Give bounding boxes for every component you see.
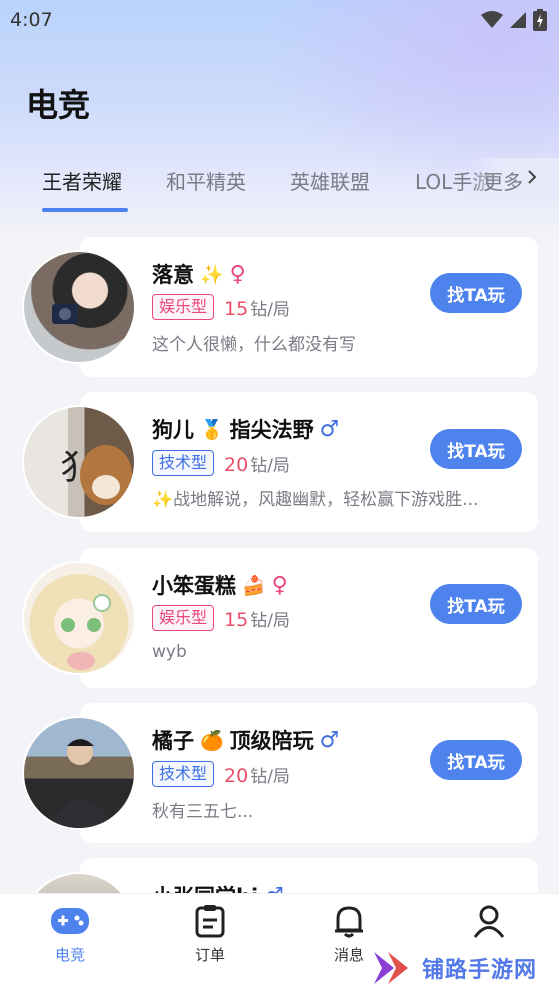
status-icons xyxy=(481,9,547,31)
player-bio: 秋有三五七... xyxy=(152,802,254,822)
more-label: 更多 xyxy=(483,170,523,194)
nav-label: 消息 xyxy=(333,946,364,964)
tab-honor-of-kings[interactable]: 王者荣耀 xyxy=(42,166,122,195)
female-icon: ♀ xyxy=(271,572,288,598)
player-tag-row: 技术型 20 钻/局 xyxy=(152,761,290,787)
chevron-right-icon xyxy=(528,170,537,184)
avatar-dog: 犭 xyxy=(60,445,132,505)
find-player-button[interactable]: 找TA玩 xyxy=(430,429,522,469)
clipboard-icon xyxy=(195,905,225,938)
avatar[interactable]: 犭 xyxy=(22,405,136,519)
avatar-anime-girl xyxy=(61,594,111,670)
find-player-button[interactable]: 找TA玩 xyxy=(430,273,522,313)
find-player-button[interactable]: 找TA玩 xyxy=(430,740,522,780)
price: 15 钻/局 xyxy=(224,297,290,320)
player-tag-row: 技术型 20 钻/局 xyxy=(152,450,290,476)
nav-esports[interactable]: 电竞 xyxy=(30,904,110,965)
avatar[interactable] xyxy=(22,250,136,364)
player-name: 狗儿 xyxy=(152,418,194,442)
game-tabs: 王者荣耀 和平精英 英雄联盟 LOL手游 更多 xyxy=(0,158,559,216)
tab-league-of-legends[interactable]: 英雄联盟 xyxy=(290,166,370,195)
play-style-tag: 娱乐型 xyxy=(152,605,215,631)
watermark: 铺路手游网 xyxy=(372,948,537,988)
player-name-row: 狗儿 🥇 指尖法野 ♂ xyxy=(152,414,339,444)
page-title: 电竞 xyxy=(26,86,91,124)
find-player-button[interactable]: 找TA玩 xyxy=(430,584,522,624)
nav-orders[interactable]: 订单 xyxy=(170,904,250,965)
avatar-boy xyxy=(46,739,118,828)
gamepad-icon xyxy=(51,908,89,934)
price: 15 钻/局 xyxy=(224,608,290,631)
orange-icon: 🍊 xyxy=(200,729,224,752)
more-tabs-button[interactable]: 更多 xyxy=(473,158,559,198)
signal-icon xyxy=(510,12,526,28)
battery-icon xyxy=(533,9,547,31)
avatar[interactable] xyxy=(22,561,136,675)
male-icon: ♂ xyxy=(319,416,340,442)
play-style-tag: 娱乐型 xyxy=(152,294,215,320)
avatar-camera xyxy=(52,304,78,324)
player-bio: 这个人很懒，什么都没有写 xyxy=(152,335,356,355)
medal-icon: 🥇 xyxy=(200,418,224,441)
watermark-logo-icon xyxy=(374,952,408,984)
player-name-row: 落意 ✨ ♀ xyxy=(152,259,246,289)
price: 20 钻/局 xyxy=(224,453,290,476)
player-name: 橘子 xyxy=(152,729,194,753)
nav-label: 电竞 xyxy=(54,946,85,964)
player-name: 小笨蛋糕 xyxy=(152,574,236,598)
person-icon xyxy=(473,905,505,938)
svg-text:犭: 犭 xyxy=(60,448,94,488)
tab-peace-elite[interactable]: 和平精英 xyxy=(166,166,246,195)
player-name-suffix: 指尖法野 xyxy=(229,418,314,442)
status-bar: 4:07 xyxy=(0,0,559,40)
play-style-tag: 技术型 xyxy=(152,450,215,476)
player-bio: wyb xyxy=(152,642,187,662)
price: 20 钻/局 xyxy=(224,764,290,787)
player-tag-row: 娱乐型 15 钻/局 xyxy=(152,294,290,320)
player-name-suffix: 顶级陪玩 xyxy=(229,729,314,753)
active-tab-indicator xyxy=(42,208,128,212)
watermark-text: 铺路手游网 xyxy=(422,958,538,983)
wifi-icon xyxy=(481,11,503,28)
player-name-row: 小笨蛋糕 🍰 ♀ xyxy=(152,570,288,600)
play-style-tag: 技术型 xyxy=(152,761,215,787)
player-bio: ✨战地解说，风趣幽默，轻松赢下游戏胜... xyxy=(152,490,479,510)
male-icon: ♂ xyxy=(319,727,340,753)
player-tag-row: 娱乐型 15 钻/局 xyxy=(152,605,290,631)
bell-icon xyxy=(335,906,363,938)
player-name: 落意 xyxy=(152,263,194,287)
nav-label: 订单 xyxy=(194,946,225,964)
cake-icon: 🍰 xyxy=(242,574,266,597)
player-name-row: 橘子 🍊 顶级陪玩 ♂ xyxy=(152,725,339,755)
sparkle-icon: ✨ xyxy=(200,263,224,286)
status-time: 4:07 xyxy=(10,9,53,31)
nav-profile[interactable] xyxy=(449,904,529,944)
avatar[interactable] xyxy=(22,716,136,830)
female-icon: ♀ xyxy=(229,261,246,287)
